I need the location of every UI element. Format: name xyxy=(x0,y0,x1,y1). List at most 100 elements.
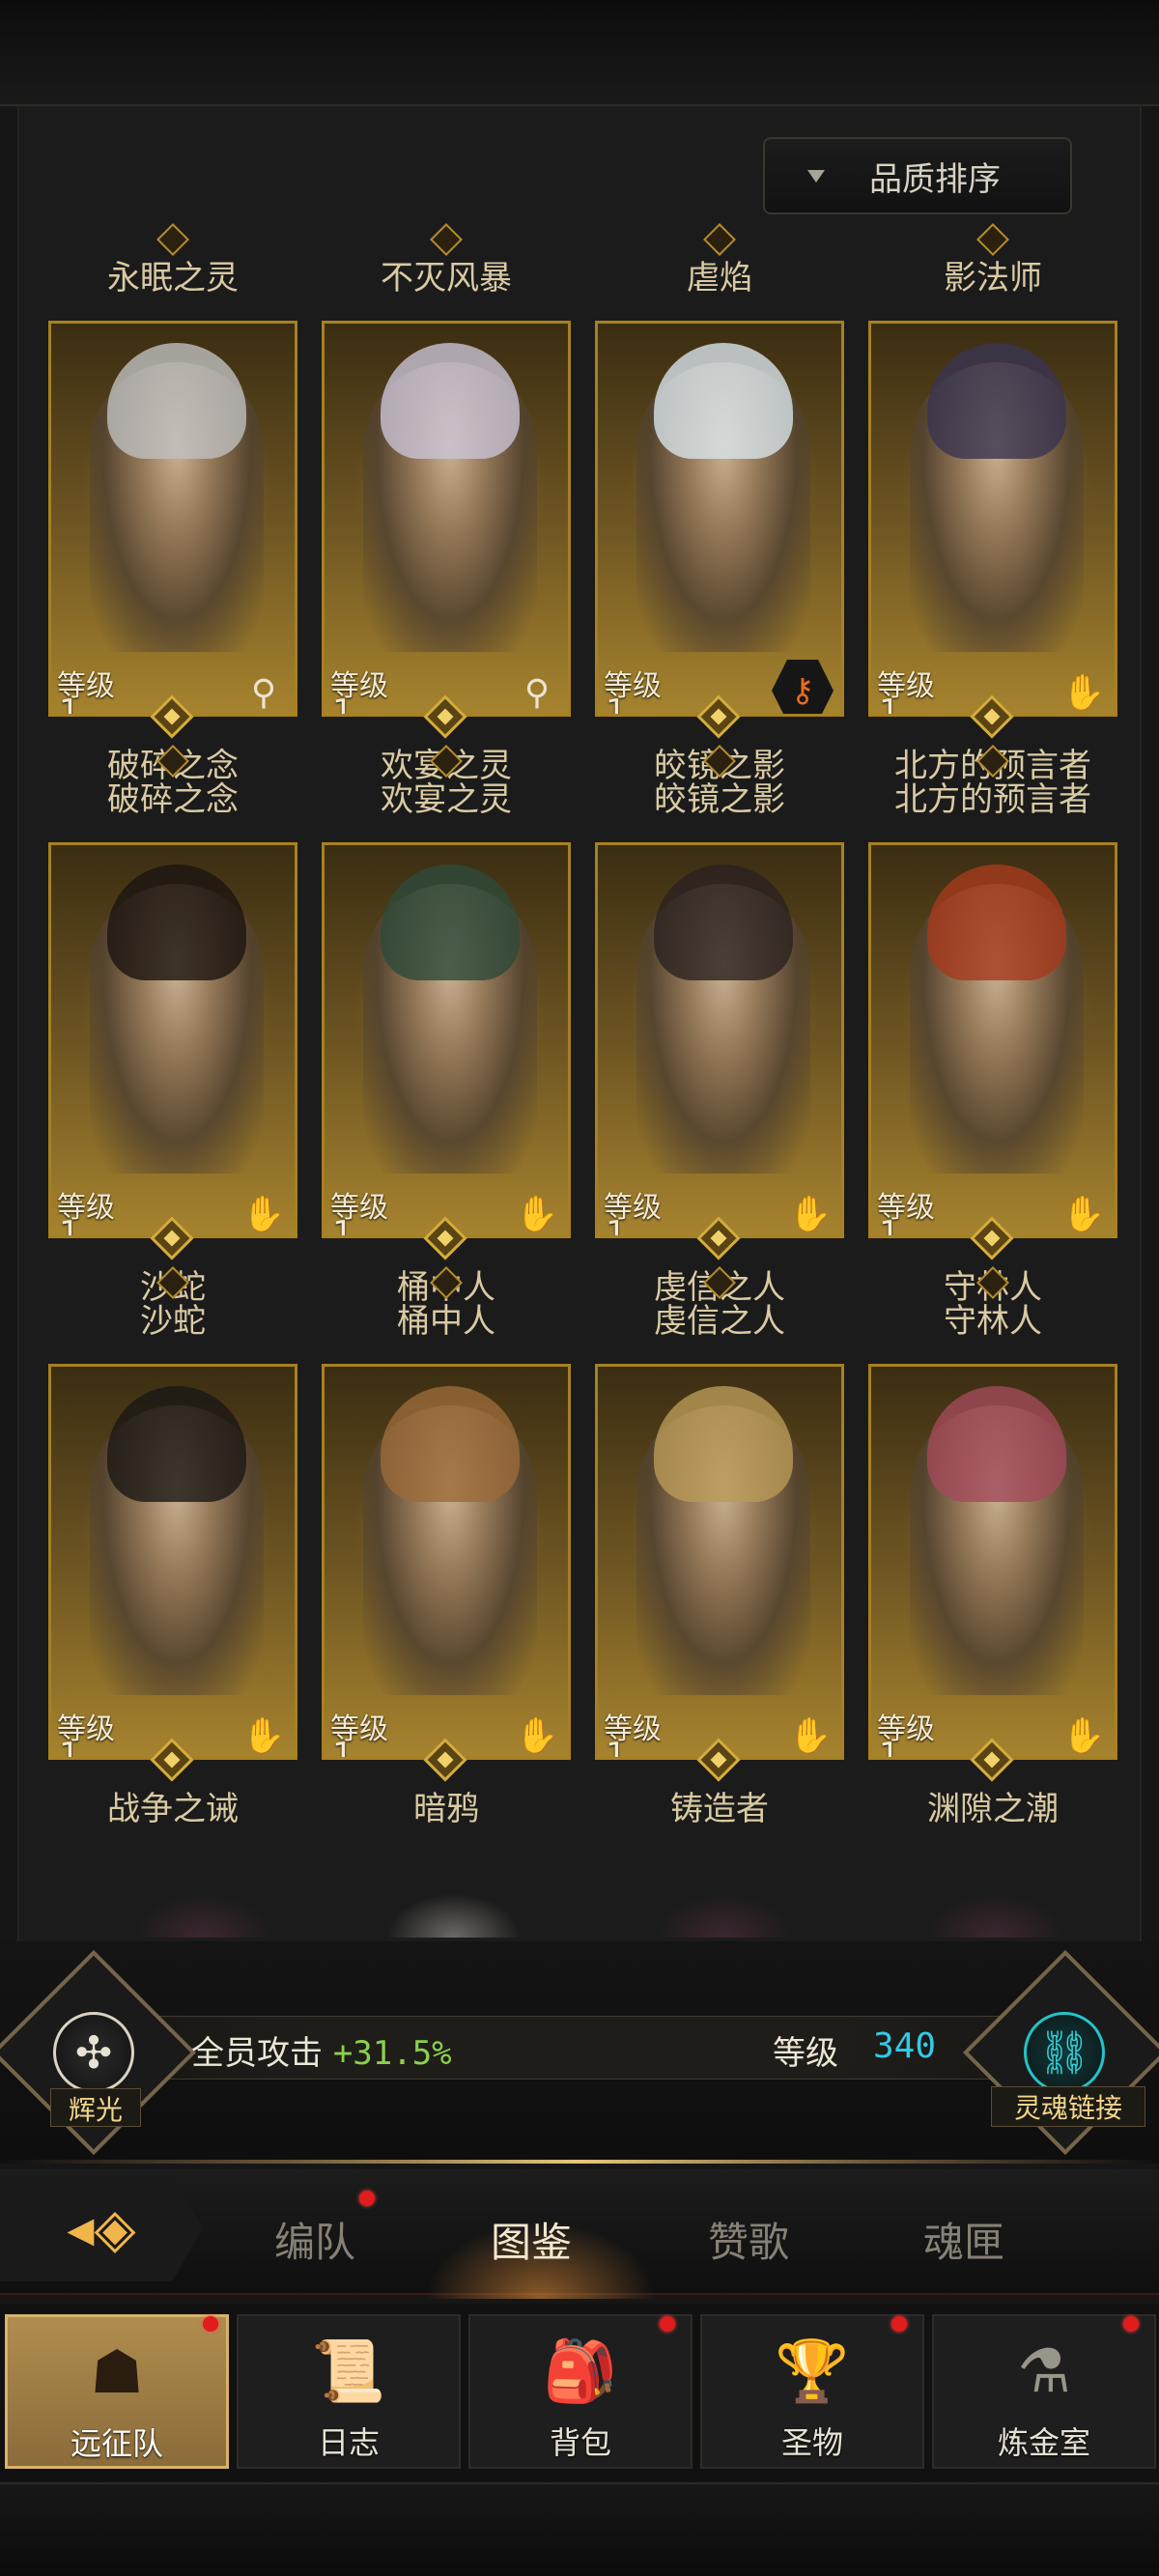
hero-card[interactable]: 桶中人 等级 1 ✋ 暗鸦 xyxy=(322,1266,571,1828)
hero-hair xyxy=(381,864,520,980)
hero-card[interactable]: 虔信之人 等级 1 ✋ 铸造者 xyxy=(595,1266,844,1828)
nav-backpack-label: 背包 xyxy=(549,2424,611,2461)
tab-soul-box[interactable]: 魂匣 xyxy=(896,2210,1032,2269)
hero-portrait: 等级 1 ✋ xyxy=(595,1364,844,1760)
tab-hymn[interactable]: 赞歌 xyxy=(681,2210,816,2269)
notification-dot xyxy=(203,2316,218,2332)
nav-alchemy[interactable]: ⚗ 炼金室 xyxy=(932,2314,1156,2469)
level-value: 1 xyxy=(879,693,900,717)
level-value: 1 xyxy=(332,693,353,717)
hero-card[interactable]: 沙蛇 等级 1 ✋ 战争之诫 xyxy=(48,1266,297,1828)
soul-link-label: 灵魂链接 xyxy=(991,2086,1145,2127)
hero-top-name: 影法师 xyxy=(944,259,1042,297)
hero-bottom-name: 铸造者 xyxy=(670,1790,769,1828)
hero-top-name: 破碎之念 xyxy=(107,780,239,819)
chalice-icon: 🏆 xyxy=(775,2335,850,2406)
hero-portrait: 等级 1 ⚲ xyxy=(48,321,297,717)
bottom-frame xyxy=(0,2482,1159,2576)
hero-bottom-name: 战争之诫 xyxy=(107,1790,239,1828)
partial-card xyxy=(386,1893,522,1938)
hero-portrait: 等级 1 ✋ xyxy=(868,321,1117,717)
chain-link-icon: ⛓ xyxy=(1037,2028,1091,2078)
level-value: 1 xyxy=(332,1214,353,1238)
hero-bottom-name: 暗鸦 xyxy=(413,1790,479,1828)
hero-card[interactable]: 守林人 等级 1 ✋ 渊隙之潮 xyxy=(868,1266,1117,1828)
hand-icon: ✋ xyxy=(1061,1716,1106,1756)
hero-card[interactable]: 影法师 等级 1 ✋ 北方的预言者 xyxy=(868,223,1117,785)
hand-icon: ✋ xyxy=(241,1716,286,1756)
hand-icon: ✋ xyxy=(1061,673,1106,713)
nav-relics-label: 圣物 xyxy=(780,2424,843,2461)
hero-hair xyxy=(654,864,793,980)
key-badge-icon: ⚷ xyxy=(772,660,834,714)
nav-alchemy-label: 炼金室 xyxy=(997,2424,1090,2461)
hero-hair xyxy=(927,1386,1066,1502)
level-value: 1 xyxy=(879,1214,900,1238)
level-value: 1 xyxy=(59,1736,80,1760)
nav-expedition[interactable]: ☗ 远征队 xyxy=(5,2314,229,2469)
nav-relics[interactable]: 🏆 圣物 xyxy=(700,2314,924,2469)
hero-card[interactable]: 破碎之念 等级 1 ✋ 沙蛇 xyxy=(48,745,297,1307)
back-button[interactable]: ◂◈ xyxy=(0,2175,203,2281)
team-attack: 全员攻击 +31.5% xyxy=(191,2026,452,2074)
hero-hair xyxy=(381,1386,520,1502)
hero-portrait: 等级 1 ✋ xyxy=(322,1364,571,1760)
hero-portrait: 等级 1 ⚲ xyxy=(322,321,571,717)
level-value: 1 xyxy=(606,693,627,717)
notification-dot xyxy=(1123,2316,1139,2332)
hero-top-name: 不灭风暴 xyxy=(381,259,512,297)
partial-card xyxy=(657,1893,792,1938)
hero-portrait: 等级 1 ✋ xyxy=(48,1364,297,1760)
soul-link-button[interactable]: ⛓ xyxy=(1024,2012,1105,2093)
hero-card[interactable]: 虐焰 等级 1 ⚷ 皎镜之影 xyxy=(595,223,844,785)
hero-top-name: 虐焰 xyxy=(687,259,752,297)
hand-icon: ✋ xyxy=(241,1195,286,1234)
hero-card[interactable]: 不灭风暴 等级 1 ⚲ 欢宴之灵 xyxy=(322,223,571,785)
hand-icon: ✋ xyxy=(788,1195,833,1234)
hero-bottom-name: 渊隙之潮 xyxy=(927,1790,1059,1828)
hero-card[interactable]: 皎镜之影 等级 1 ✋ 虔信之人 xyxy=(595,745,844,1307)
hero-top-name: 欢宴之灵 xyxy=(381,780,512,819)
total-level-label: 等级 xyxy=(773,2034,838,2073)
hero-portrait: 等级 1 ✋ xyxy=(868,842,1117,1238)
hero-hair xyxy=(107,343,246,459)
tab-codex[interactable]: 图鉴 xyxy=(464,2210,599,2269)
nav-journal-label: 日志 xyxy=(317,2424,380,2461)
radiance-label: 辉光 xyxy=(50,2088,141,2127)
hero-card[interactable]: 北方的预言者 等级 1 ✋ 守林人 xyxy=(868,745,1117,1307)
hero-hair xyxy=(927,343,1066,459)
partial-card xyxy=(927,1893,1062,1938)
hero-top-name: 桶中人 xyxy=(397,1302,495,1341)
hero-top-name: 虔信之人 xyxy=(654,1302,785,1341)
compass-icon: ✣ xyxy=(74,2026,113,2079)
hero-hair xyxy=(927,864,1066,980)
hand-icon: ✋ xyxy=(515,1195,559,1234)
hand-icon: ✋ xyxy=(1061,1195,1106,1234)
team-attack-value: +31.5% xyxy=(332,2034,452,2073)
sort-button[interactable]: 品质排序 xyxy=(763,137,1072,214)
hero-top-name: 永眠之灵 xyxy=(107,259,239,297)
hero-portrait: 等级 1 ⚷ xyxy=(595,321,844,717)
hero-card[interactable]: 永眠之灵 等级 1 ⚲ 破碎之念 xyxy=(48,223,297,785)
nav-expedition-label: 远征队 xyxy=(70,2425,163,2462)
hero-hair xyxy=(107,864,246,980)
nav-journal[interactable]: 📜 日志 xyxy=(237,2314,461,2469)
level-value: 1 xyxy=(606,1214,627,1238)
radiance-button[interactable]: ✣ xyxy=(53,2012,134,2093)
tab-formation[interactable]: 编队 xyxy=(247,2210,382,2269)
level-value: 1 xyxy=(332,1736,353,1760)
hero-portrait: 等级 1 ✋ xyxy=(322,842,571,1238)
team-attack-label: 全员攻击 xyxy=(191,2034,323,2073)
level-value: 1 xyxy=(59,1214,80,1238)
hero-top-name: 沙蛇 xyxy=(140,1302,206,1341)
scroll-icon: 📜 xyxy=(311,2335,386,2406)
nav-backpack[interactable]: 🎒 背包 xyxy=(468,2314,693,2469)
hand-icon: ✋ xyxy=(788,1716,833,1756)
hero-portrait: 等级 1 ✋ xyxy=(595,842,844,1238)
level-value: 1 xyxy=(606,1736,627,1760)
hero-card[interactable]: 欢宴之灵 等级 1 ✋ 桶中人 xyxy=(322,745,571,1307)
hero-hair xyxy=(381,343,520,459)
backpack-icon: 🎒 xyxy=(543,2335,618,2406)
alchemy-icon: ⚗ xyxy=(1017,2335,1071,2406)
hero-portrait: 等级 1 ✋ xyxy=(48,842,297,1238)
